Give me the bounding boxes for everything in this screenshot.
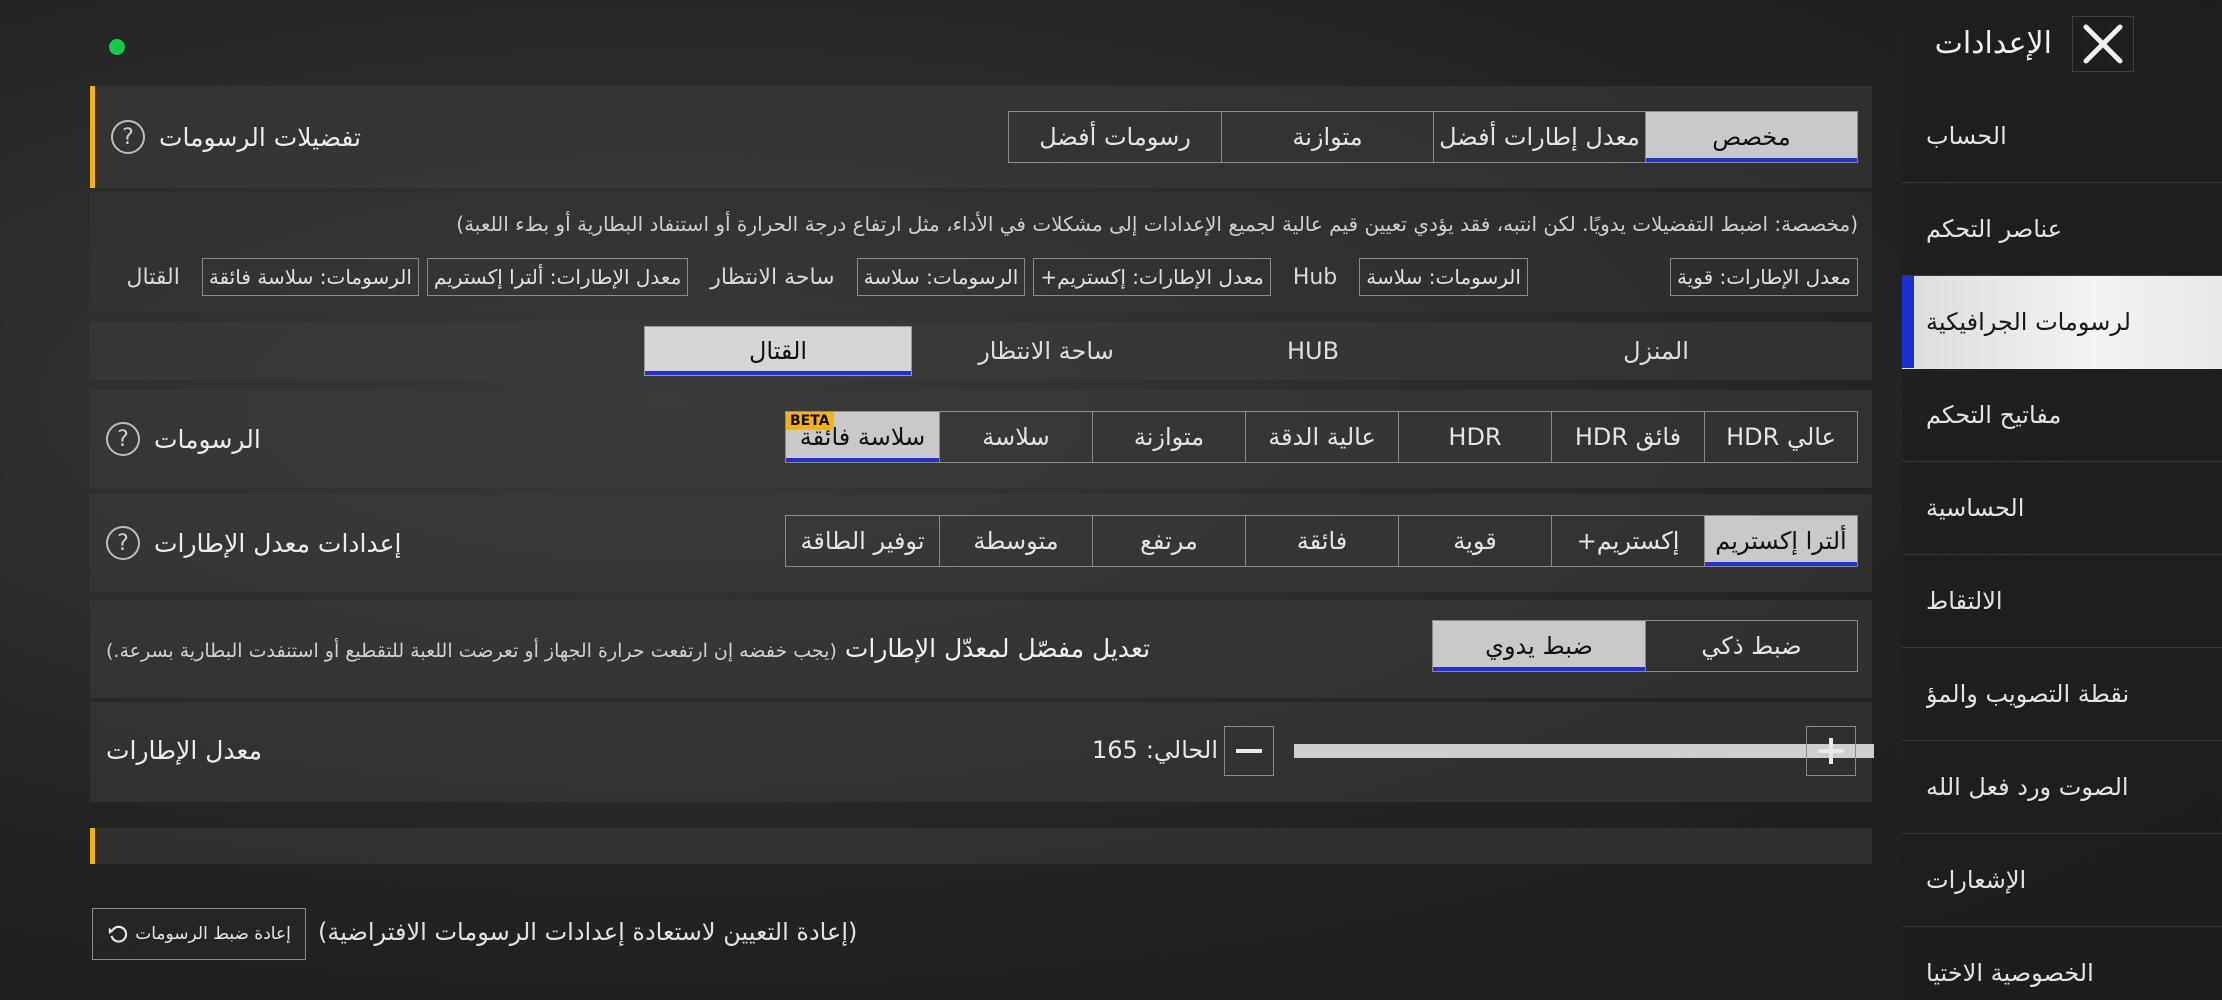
sidebar-item-pickup[interactable]: الالتقاط [1902, 555, 2222, 648]
plus-icon [1818, 738, 1844, 764]
fps-extreme-plus[interactable]: إكستريم+ [1551, 516, 1704, 566]
minus-icon [1236, 749, 1262, 753]
fps-settings-label: إعدادات معدل الإطارات [154, 528, 402, 558]
tab-hub[interactable]: HUB [1180, 326, 1446, 376]
reset-icon [109, 925, 128, 943]
summary-label: القتال [126, 264, 180, 290]
summary-label: Hub [1292, 264, 1338, 290]
fps-fine-tune-row: تعديل مفصّل لمعدّل الإطارات (يجب خفضه إن… [90, 600, 1872, 698]
sidebar-item-account[interactable]: الحساب [1902, 90, 2222, 183]
sidebar-item-crosshair[interactable]: نقطة التصويب والمؤ [1902, 648, 2222, 741]
fine-tune-mode-selector: ضبط ذكي ضبط يدوي [1432, 620, 1858, 672]
next-setting-row [90, 828, 1872, 864]
graphics-preference-selector: مخصص معدل إطارات أفضل متوازنة رسومات أفض… [1008, 111, 1858, 163]
fps-medium[interactable]: متوسطة [939, 516, 1092, 566]
smart-adjust-option[interactable]: ضبط ذكي [1645, 621, 1857, 671]
sidebar-item-label: لرسومات الجرافيكية [1926, 308, 2131, 336]
sidebar-item-controls[interactable]: عناصر التحكم [1902, 183, 2222, 276]
tab-lobby[interactable]: ساحة الانتظار [912, 326, 1180, 376]
settings-nav: الحساب عناصر التحكم لرسومات الجرافيكية م… [1902, 90, 2222, 1000]
manual-adjust-option[interactable]: ضبط يدوي [1433, 621, 1645, 671]
status-indicator [109, 39, 125, 55]
graphics-quality-selector: عالي HDR فائق HDR HDR عالية الدقة متوازن… [785, 411, 1858, 463]
sidebar-item-label: نقطة التصويب والمؤ [1926, 680, 2130, 708]
fps-current-readout: الحالي: 165 [1092, 736, 1218, 764]
summary-chip: الرسومات: سلاسة [1359, 258, 1528, 296]
fine-tune-text: تعديل مفصّل لمعدّل الإطارات (يجب خفضه إن… [106, 634, 1150, 663]
close-icon [2083, 24, 2123, 64]
sidebar-item-label: الالتقاط [1926, 587, 2003, 615]
fps-ultra[interactable]: فائقة [1245, 516, 1398, 566]
sidebar-item-graphics[interactable]: لرسومات الجرافيكية [1902, 276, 2222, 369]
fps-settings-row: إعدادات معدل الإطارات ? ألترا إكستريم إك… [90, 494, 1872, 592]
sidebar-item-audio[interactable]: الصوت ورد فعل الله [1902, 741, 2222, 834]
quality-super-smooth[interactable]: BETA سلاسة فائقة [786, 412, 939, 462]
sidebar-item-label: الإشعارات [1926, 866, 2027, 894]
summary-chip: الرسومات: سلاسة [856, 258, 1026, 296]
graphics-preference-row: تفضيلات الرسومات ? مخصص معدل إطارات أفضل… [90, 86, 1872, 188]
mode-tabs-row: المنزل HUB ساحة الانتظار القتال [90, 322, 1872, 380]
fps-power-saving[interactable]: توفير الطاقة [786, 516, 939, 566]
help-icon[interactable]: ? [106, 526, 140, 560]
fps-high[interactable]: مرتفع [1092, 516, 1245, 566]
summary-chip: معدل الإطارات: ألترا إكستريم [426, 258, 689, 296]
sidebar-item-label: مفاتيح التحكم [1926, 401, 2062, 429]
preset-custom[interactable]: مخصص [1645, 112, 1857, 162]
tab-home[interactable]: المنزل [1446, 326, 1866, 376]
summary-chip: معدل الإطارات: إكستريم+ [1033, 258, 1271, 296]
sidebar-header: الإعدادات [1902, 0, 2222, 90]
fps-strong[interactable]: قوية [1398, 516, 1551, 566]
quality-hd[interactable]: عالية الدقة [1245, 412, 1398, 462]
help-icon[interactable]: ? [106, 422, 140, 456]
preset-balanced[interactable]: متوازنة [1221, 112, 1433, 162]
graphics-quality-label: الرسومات [154, 424, 261, 454]
fps-current-value: 165 [1092, 736, 1138, 764]
fps-increase-button[interactable] [1806, 726, 1856, 776]
fps-decrease-button[interactable] [1224, 726, 1274, 776]
reset-button-label: إعادة ضبط الرسومات [135, 924, 291, 944]
fps-level-selector: ألترا إكستريم إكستريم+ قوية فائقة مرتفع … [785, 515, 1858, 567]
summary-label: ساحة الانتظار [710, 264, 835, 290]
fine-tune-label: تعديل مفصّل لمعدّل الإطارات [844, 634, 1151, 663]
sidebar-item-label: الحساسية [1926, 494, 2025, 522]
sidebar-item-notifications[interactable]: الإشعارات [1902, 834, 2222, 927]
tab-combat[interactable]: القتال [644, 326, 912, 376]
sidebar-item-keybinds[interactable]: مفاتيح التحكم [1902, 369, 2222, 462]
preset-better-graphics[interactable]: رسومات أفضل [1009, 112, 1221, 162]
fps-slider[interactable] [1294, 744, 1874, 758]
fps-ultra-extreme[interactable]: ألترا إكستريم [1704, 516, 1857, 566]
summary-chip: معدل الإطارات: قوية [1669, 258, 1858, 296]
sidebar-item-label: الصوت ورد فعل الله [1926, 773, 2129, 801]
graphics-preference-label: تفضيلات الرسومات [159, 122, 361, 152]
beta-badge: BETA [786, 412, 834, 430]
preset-better-fps[interactable]: معدل إطارات أفضل [1433, 112, 1645, 162]
fps-current-label: الحالي: [1145, 736, 1218, 764]
sidebar-item-label: الخصوصية الاختيا [1926, 959, 2094, 987]
close-button[interactable] [2072, 16, 2134, 72]
sidebar-item-label: عناصر التحكم [1926, 215, 2063, 243]
reset-graphics-button[interactable]: إعادة ضبط الرسومات [92, 908, 306, 960]
reset-note: (إعادة التعيين لاستعادة إعدادات الرسومات… [318, 918, 858, 946]
graphics-quality-row: الرسومات ? عالي HDR فائق HDR HDR عالية ا… [90, 390, 1872, 488]
preset-summary: معدل الإطارات: قوية الرسومات: سلاسة Hub … [127, 258, 1858, 296]
sidebar: الإعدادات الحساب عناصر التحكم لرسومات ال… [1902, 0, 2222, 1000]
quality-balanced[interactable]: متوازنة [1092, 412, 1245, 462]
mode-tabs: المنزل HUB ساحة الانتظار القتال [106, 326, 1866, 376]
quality-hdr-high[interactable]: عالي HDR [1704, 412, 1857, 462]
settings-title: الإعدادات [1934, 26, 2052, 61]
preference-info: (مخصصة: اضبط التفضيلات يدويًا. لكن انتبه… [90, 192, 1872, 312]
quality-hdr[interactable]: HDR [1398, 412, 1551, 462]
fps-label: معدل الإطارات [106, 736, 262, 765]
sidebar-item-label: الحساب [1926, 122, 2007, 150]
summary-chip: الرسومات: سلاسة فائقة [201, 258, 419, 296]
quality-smooth[interactable]: سلاسة [939, 412, 1092, 462]
fps-slider-fill [1294, 744, 1874, 758]
sidebar-item-sensitivity[interactable]: الحساسية [1902, 462, 2222, 555]
custom-warning-note: (مخصصة: اضبط التفضيلات يدويًا. لكن انتبه… [456, 212, 1858, 236]
quality-hdr-ultra[interactable]: فائق HDR [1551, 412, 1704, 462]
fps-slider-row: معدل الإطارات الحالي: 165 [90, 702, 1874, 802]
fine-tune-note: (يجب خفضه إن ارتفعت حرارة الجهاز أو تعرض… [106, 640, 837, 662]
sidebar-item-privacy[interactable]: الخصوصية الاختيا [1902, 927, 2222, 1000]
help-icon[interactable]: ? [111, 120, 145, 154]
